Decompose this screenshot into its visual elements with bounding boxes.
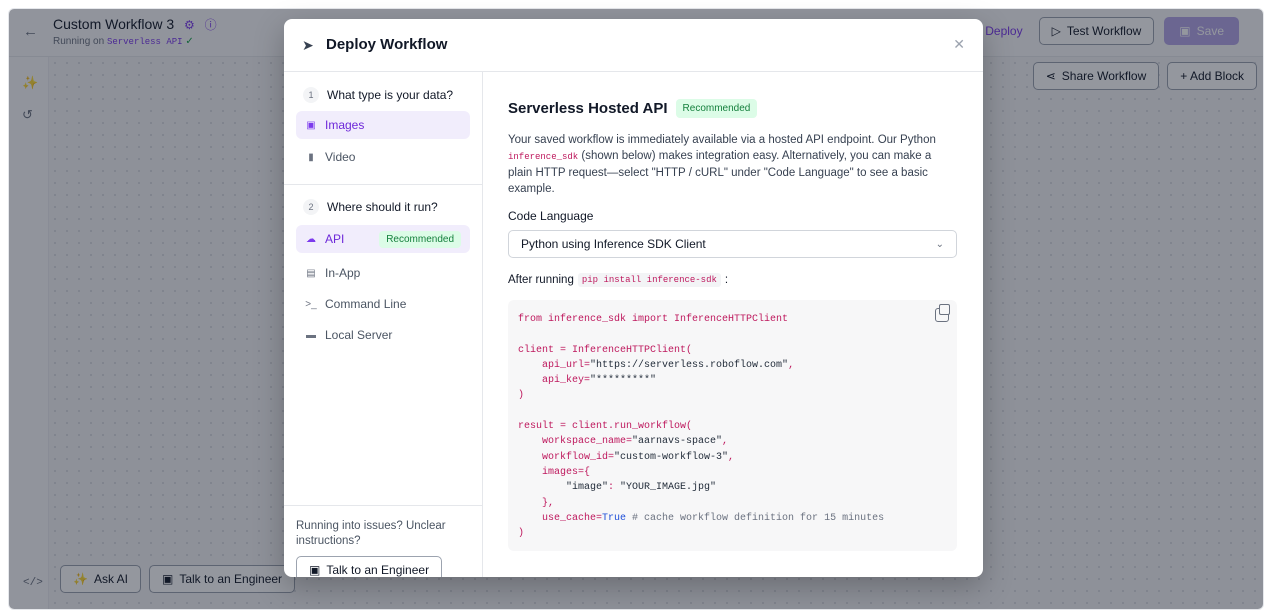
option-api[interactable]: ☁ API Recommended bbox=[296, 225, 470, 253]
code-string: "aarnavs-space" bbox=[632, 436, 723, 448]
code-token: use_cache= bbox=[518, 512, 603, 524]
code-string: "https://serverless.roboflow.com" bbox=[590, 359, 789, 371]
step-number: 2 bbox=[303, 199, 319, 215]
code-token: , bbox=[788, 359, 795, 371]
deploy-modal: ➤ Deploy Workflow ✕ 1 What type is your … bbox=[284, 19, 983, 577]
code-line: result = client.run_workflow( bbox=[518, 421, 693, 433]
rocket-icon: ➤ bbox=[302, 37, 314, 53]
close-icon[interactable]: ✕ bbox=[953, 36, 965, 53]
app-icon: ▤ bbox=[306, 267, 316, 279]
talk-label: Talk to an Engineer bbox=[326, 563, 430, 577]
video-icon: ▮ bbox=[308, 151, 314, 163]
code-string: "image" bbox=[566, 482, 609, 494]
code-keyword: True bbox=[602, 512, 627, 524]
option-in-app[interactable]: ▤ In-App bbox=[296, 259, 470, 287]
video-call-icon: ▣ bbox=[309, 563, 321, 577]
code-token: , bbox=[728, 451, 735, 463]
code-line: ) bbox=[518, 390, 525, 402]
code-string: "YOUR_IMAGE.jpg" bbox=[620, 482, 717, 494]
step-data-type: 1 What type is your data? bbox=[303, 87, 453, 103]
step-run-target: 2 Where should it run? bbox=[303, 199, 438, 215]
option-label: API bbox=[325, 232, 345, 246]
modal-sidebar: 1 What type is your data? ▣ Images ▮ Vid… bbox=[284, 72, 483, 577]
option-label: Video bbox=[325, 150, 356, 164]
talk-engineer-button[interactable]: ▣ Talk to an Engineer bbox=[296, 556, 443, 577]
option-command-line[interactable]: >_ Command Line bbox=[296, 290, 470, 318]
option-label: Local Server bbox=[325, 328, 393, 342]
option-images[interactable]: ▣ Images bbox=[296, 111, 470, 139]
section-title: Serverless Hosted API bbox=[508, 100, 668, 117]
option-local-server[interactable]: ▬ Local Server bbox=[296, 321, 470, 349]
step-label: What type is your data? bbox=[327, 88, 454, 102]
recommended-badge: Recommended bbox=[379, 230, 461, 248]
code-token: workflow_id= bbox=[518, 451, 615, 463]
code-language-select[interactable]: Python using Inference SDK Client ⌄ bbox=[508, 230, 957, 258]
recommended-badge: Recommended bbox=[675, 99, 758, 118]
option-label: In-App bbox=[325, 266, 361, 280]
content-title: Serverless Hosted API Recommended bbox=[508, 99, 758, 118]
copy-icon[interactable] bbox=[935, 304, 950, 322]
modal-header: ➤ Deploy Workflow ✕ bbox=[284, 19, 983, 72]
description: Your saved workflow is immediately avail… bbox=[508, 132, 958, 197]
code-language-label: Code Language bbox=[508, 209, 594, 223]
install-instruction: After running pip install inference-sdk … bbox=[508, 273, 728, 287]
after-text: After running bbox=[508, 274, 574, 286]
option-video[interactable]: ▮ Video bbox=[296, 143, 470, 171]
modal-title: Deploy Workflow bbox=[326, 36, 448, 53]
code-token: api_url= bbox=[518, 359, 591, 371]
select-value: Python using Inference SDK Client bbox=[521, 237, 706, 251]
code-line: images={ bbox=[518, 466, 591, 478]
help-text: Running into issues? Unclear instruction… bbox=[296, 520, 446, 547]
option-label: Command Line bbox=[325, 297, 407, 311]
desc-text: Your saved workflow is immediately avail… bbox=[508, 134, 936, 146]
code-line: }, bbox=[518, 497, 555, 509]
divider bbox=[284, 505, 483, 506]
code-line: from inference_sdk import InferenceHTTPC… bbox=[518, 314, 789, 325]
chevron-down-icon: ⌄ bbox=[935, 238, 944, 250]
cloud-icon: ☁ bbox=[306, 233, 316, 245]
terminal-icon: >_ bbox=[305, 298, 317, 310]
step-label: Where should it run? bbox=[327, 200, 438, 214]
modal-content: Serverless Hosted API Recommended Your s… bbox=[508, 72, 958, 577]
desc-code: inference_sdk bbox=[508, 152, 579, 162]
code-block: from inference_sdk import InferenceHTTPC… bbox=[508, 300, 957, 551]
code-line: ) bbox=[518, 528, 525, 540]
code-token: workspace_name= bbox=[518, 436, 633, 448]
code-comment: # cache workflow definition for 15 minut… bbox=[626, 512, 885, 524]
code-line: client = InferenceHTTPClient( bbox=[518, 344, 693, 356]
image-icon: ▣ bbox=[306, 119, 316, 131]
code-token: api_key= bbox=[518, 375, 591, 387]
option-label: Images bbox=[325, 118, 365, 132]
step-number: 1 bbox=[303, 87, 319, 103]
code-token: , bbox=[722, 436, 729, 448]
after-colon: : bbox=[724, 274, 729, 286]
code-string: "custom-workflow-3" bbox=[614, 451, 729, 463]
pip-command: pip install inference-sdk bbox=[577, 273, 721, 287]
laptop-icon: ▬ bbox=[306, 329, 316, 341]
code-string: "*********" bbox=[590, 375, 657, 387]
divider bbox=[284, 184, 483, 185]
code-token: : bbox=[608, 482, 621, 494]
